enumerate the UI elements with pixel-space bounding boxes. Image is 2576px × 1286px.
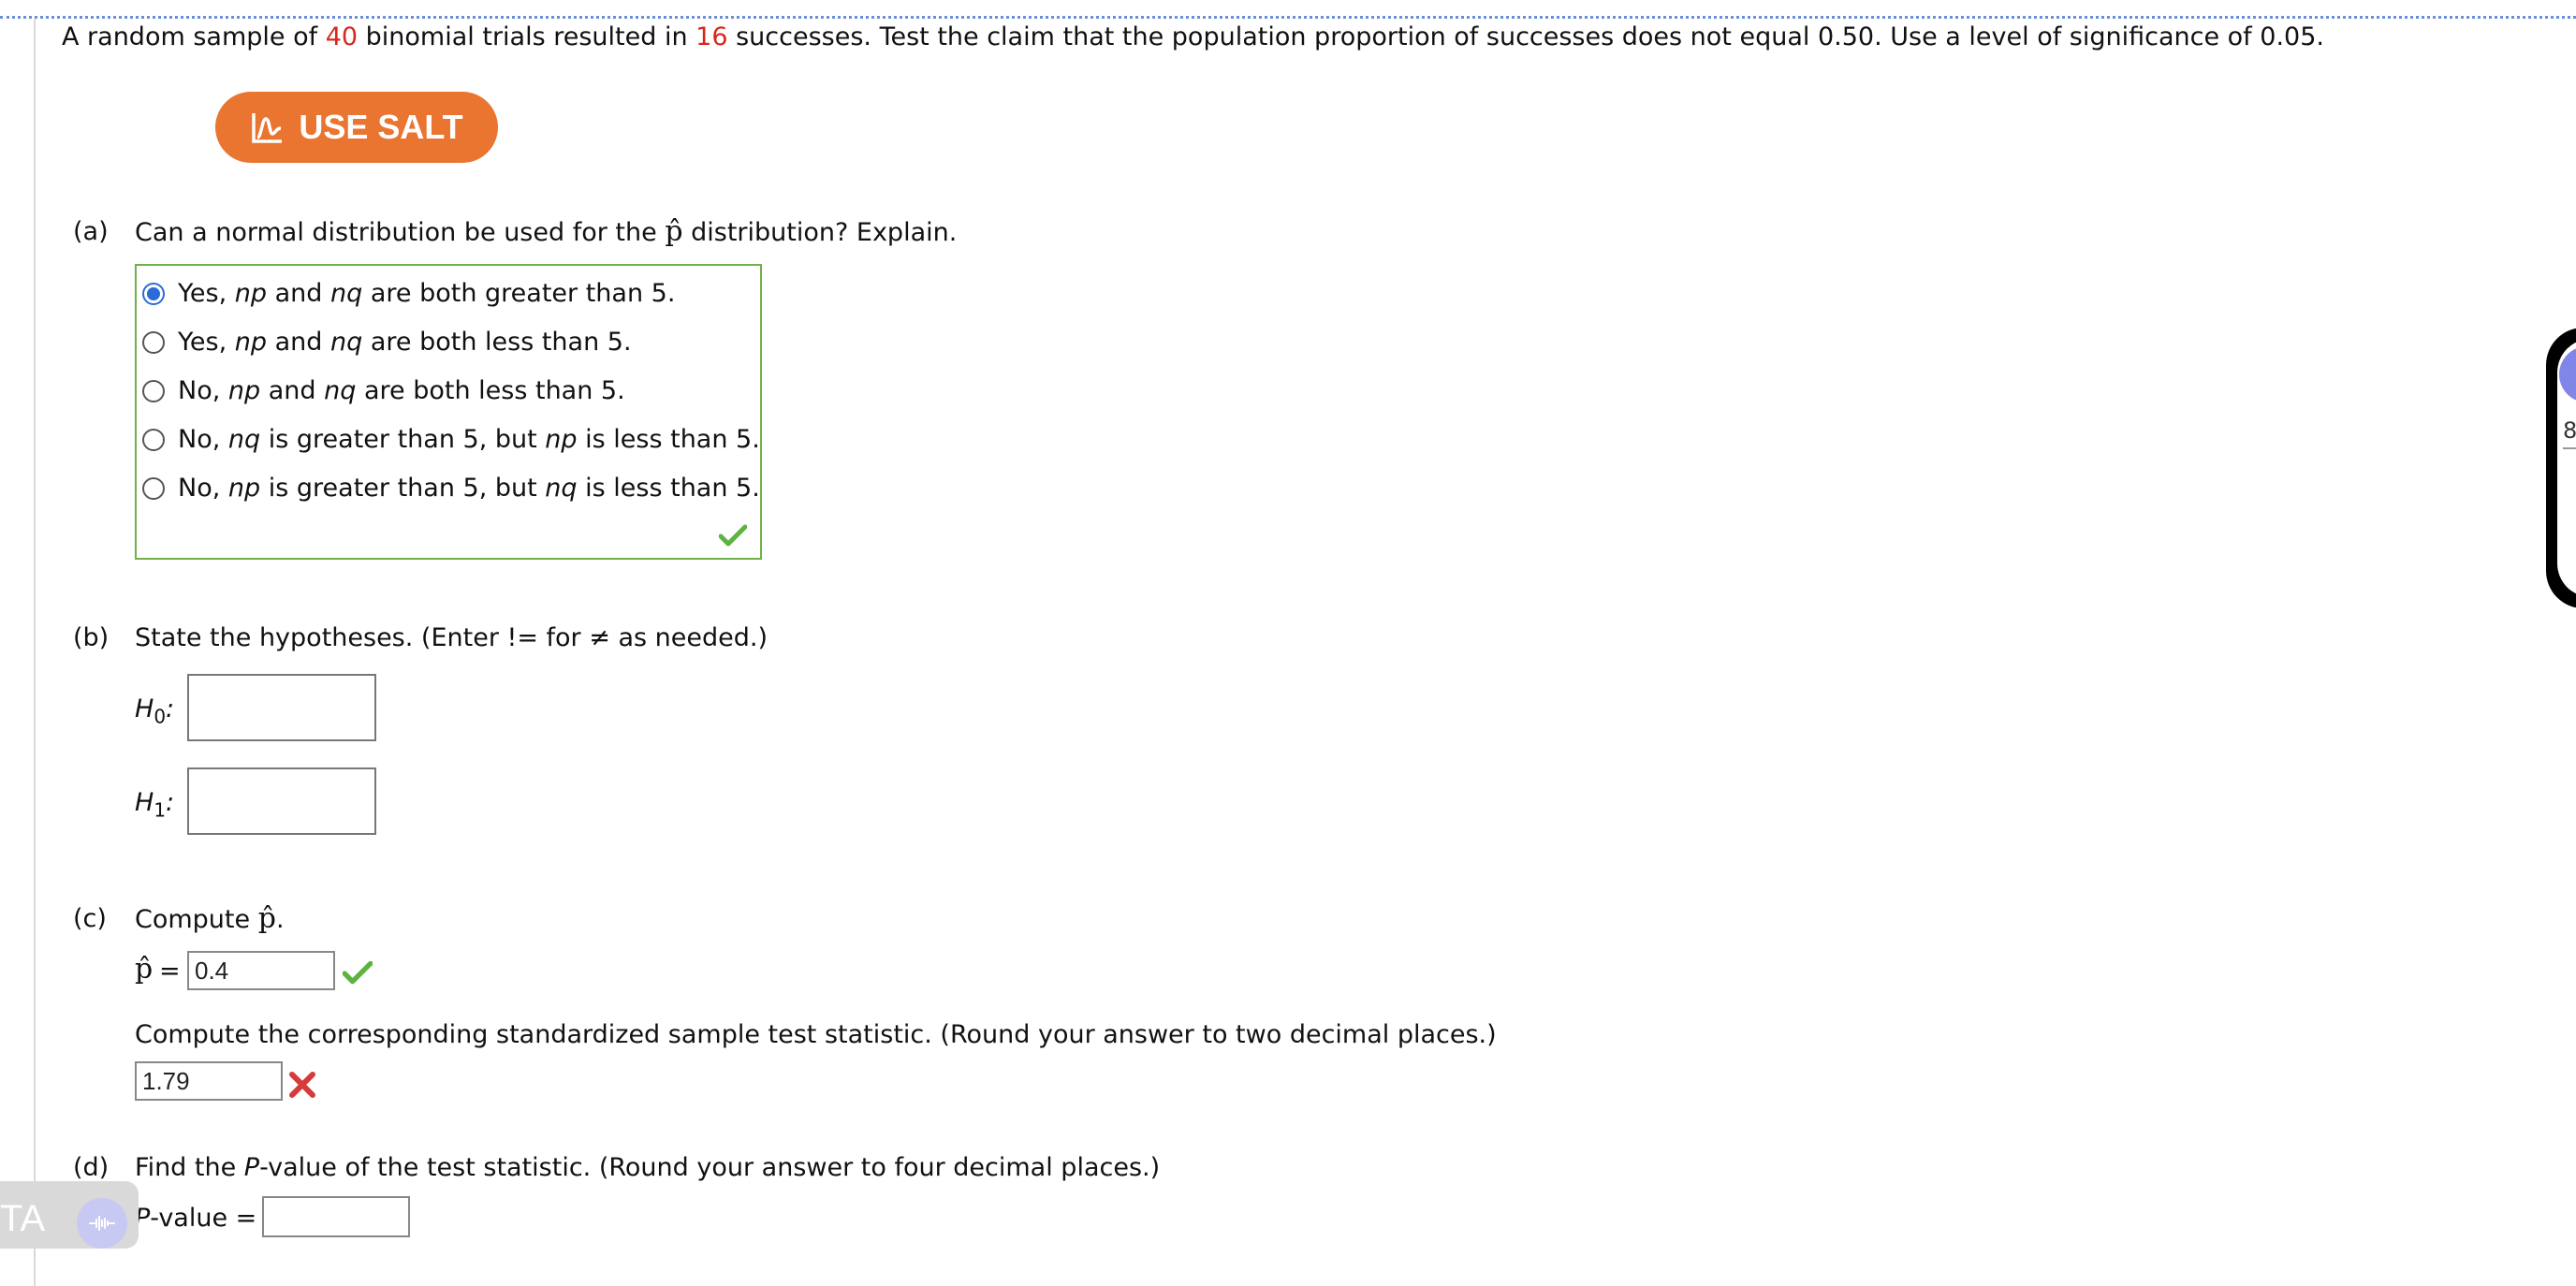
option-1[interactable]: Yes, np and nq are both greater than 5. bbox=[142, 279, 675, 308]
h1-label: H1: bbox=[135, 788, 175, 822]
part-c-question: Compute p̂. bbox=[135, 902, 285, 935]
option-5-text: No, np is greater than 5, but nq is less… bbox=[178, 474, 760, 503]
problem-statement: A random sample of 40 binomial trials re… bbox=[62, 22, 2324, 51]
radio-option-3[interactable] bbox=[142, 379, 165, 402]
normal-distribution-options: Yes, np and nq are both greater than 5. … bbox=[135, 264, 762, 560]
left-margin-rule bbox=[34, 19, 36, 1286]
part-a-question: Can a normal distribution be used for th… bbox=[135, 215, 957, 248]
option-1-text: Yes, np and nq are both greater than 5. bbox=[178, 279, 676, 308]
option-4[interactable]: No, nq is greater than 5, but np is less… bbox=[142, 425, 760, 454]
p-hat-symbol: p̂ bbox=[257, 902, 276, 935]
option-2[interactable]: Yes, np and nq are both less than 5. bbox=[142, 328, 632, 357]
radio-option-2[interactable] bbox=[142, 330, 165, 354]
equals-sign: = bbox=[159, 957, 181, 986]
part-a-question-pre: Can a normal distribution be used for th… bbox=[135, 218, 666, 247]
part-d-label: (d) bbox=[73, 1153, 110, 1182]
option-3[interactable]: No, np and nq are both less than 5. bbox=[142, 376, 625, 405]
use-salt-button[interactable]: USE SALT bbox=[215, 92, 498, 163]
test-statistic-question: Compute the corresponding standardized s… bbox=[135, 1020, 1497, 1049]
p-hat-symbol: p̂ bbox=[665, 215, 683, 248]
p-value-input[interactable] bbox=[262, 1196, 410, 1237]
p-value-label: P-value = bbox=[135, 1204, 257, 1233]
radio-option-5[interactable] bbox=[142, 476, 165, 500]
use-salt-label: USE SALT bbox=[299, 108, 463, 146]
part-b-question: State the hypotheses. (Enter != for ≠ as… bbox=[135, 623, 768, 652]
top-dotted-border bbox=[0, 16, 2576, 19]
side-overlay-divider bbox=[2563, 447, 2576, 449]
correct-check-icon bbox=[343, 960, 373, 985]
h1-input[interactable] bbox=[187, 767, 376, 835]
option-5[interactable]: No, np is greater than 5, but nq is less… bbox=[142, 474, 760, 503]
radio-option-4[interactable] bbox=[142, 428, 165, 451]
part-a-label: (a) bbox=[73, 217, 109, 246]
part-b-label: (b) bbox=[73, 623, 110, 652]
option-4-text: No, nq is greater than 5, but np is less… bbox=[178, 425, 760, 454]
part-a-question-post: distribution? Explain. bbox=[682, 218, 958, 247]
correct-check-icon bbox=[719, 524, 747, 547]
problem-text-2: binomial trials resulted in bbox=[358, 22, 696, 51]
option-2-text: Yes, np and nq are both less than 5. bbox=[178, 328, 632, 357]
successes-value: 16 bbox=[695, 22, 728, 51]
p-hat-equation-symbol: p̂ bbox=[135, 953, 154, 986]
p-hat-input[interactable]: 0.4 bbox=[187, 951, 335, 990]
part-c-label: (c) bbox=[73, 904, 107, 933]
sample-size-value: 40 bbox=[325, 22, 359, 51]
audio-wave-button[interactable] bbox=[77, 1198, 127, 1249]
radio-option-1[interactable] bbox=[142, 282, 165, 305]
h0-input[interactable] bbox=[187, 674, 376, 741]
incorrect-x-icon bbox=[289, 1072, 315, 1098]
option-3-text: No, np and nq are both less than 5. bbox=[178, 376, 625, 405]
h0-label: H0: bbox=[135, 694, 175, 728]
tts-text-label: TA bbox=[0, 1198, 46, 1239]
side-overlay-count: 8 bbox=[2563, 417, 2576, 444]
part-d-question: Find the P-value of the test statistic. … bbox=[135, 1153, 1161, 1182]
problem-text-1: A random sample of bbox=[62, 22, 326, 51]
problem-text-3: successes. Test the claim that the popul… bbox=[727, 22, 2324, 51]
audio-wave-icon bbox=[89, 1216, 115, 1231]
salt-chart-icon bbox=[252, 113, 283, 143]
test-statistic-input[interactable]: 1.79 bbox=[135, 1061, 283, 1101]
